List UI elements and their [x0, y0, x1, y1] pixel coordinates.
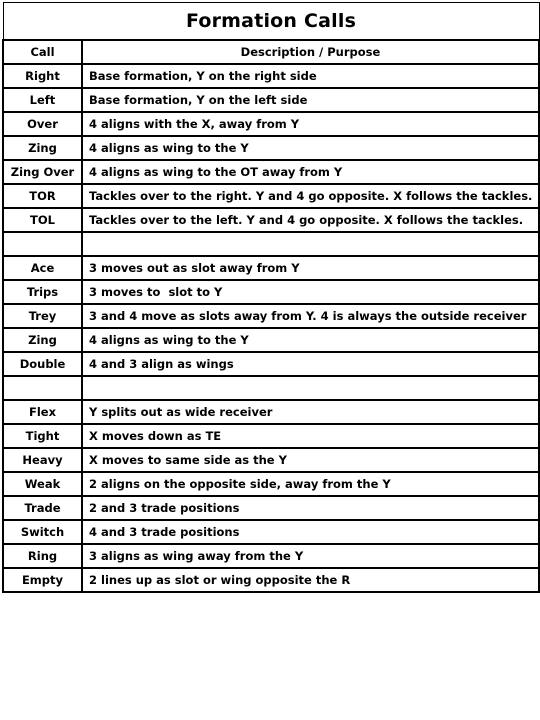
cell-call: Weak	[2, 471, 83, 497]
cell-description: 3 aligns as wing away from the Y	[80, 543, 540, 569]
table-row: TOR Tackles over to the right. Y and 4 go…	[2, 183, 540, 209]
table-row: Over 4 aligns with the X, away from Y	[2, 111, 540, 137]
cell-description: Tackles over to the right. Y and 4 go op…	[80, 183, 540, 209]
table-row: Zing Over 4 aligns as wing to the OT away…	[2, 159, 540, 185]
title-row: Formation Calls	[2, 2, 540, 41]
table-row: Tight X moves down as TE	[2, 423, 540, 449]
cell-description: 4 aligns with the X, away from Y	[80, 111, 540, 137]
cell-description: 3 moves to slot to Y	[80, 279, 540, 305]
cell-call: TOL	[2, 207, 83, 233]
table-row: Double 4 and 3 align as wings	[2, 351, 540, 377]
spacer-call-cell	[2, 375, 83, 401]
cell-call: Trips	[2, 279, 83, 305]
table-row: Ring 3 aligns as wing away from the Y	[2, 543, 540, 569]
cell-call: Zing	[2, 327, 83, 353]
cell-call: Flex	[2, 399, 83, 425]
table-row: Left Base formation, Y on the left side	[2, 87, 540, 113]
cell-call: Double	[2, 351, 83, 377]
table-spacer-row	[2, 231, 540, 257]
table-row: Trade 2 and 3 trade positions	[2, 495, 540, 521]
table-body: Formation Calls Call Description / Purpo…	[2, 2, 540, 593]
column-header-call: Call	[2, 39, 83, 65]
table-spacer-row	[2, 375, 540, 401]
cell-call: TOR	[2, 183, 83, 209]
table-row: Zing 4 aligns as wing to the Y	[2, 327, 540, 353]
cell-call: Ace	[2, 255, 83, 281]
cell-call: Trade	[2, 495, 83, 521]
formation-calls-sheet: Formation Calls Call Description / Purpo…	[2, 2, 540, 593]
cell-call: Heavy	[2, 447, 83, 473]
table-row: Zing 4 aligns as wing to the Y	[2, 135, 540, 161]
cell-call: Tight	[2, 423, 83, 449]
cell-call: Right	[2, 63, 83, 89]
spacer-description-cell	[80, 231, 540, 257]
page-title: Formation Calls	[2, 2, 540, 41]
header-row: Call Description / Purpose	[2, 39, 540, 65]
cell-description: X moves down as TE	[80, 423, 540, 449]
cell-description: 2 and 3 trade positions	[80, 495, 540, 521]
cell-description: 2 aligns on the opposite side, away from…	[80, 471, 540, 497]
cell-description: 3 and 4 move as slots away from Y. 4 is …	[80, 303, 540, 329]
cell-description: 4 aligns as wing to the OT away from Y	[80, 159, 540, 185]
cell-description: X moves to same side as the Y	[80, 447, 540, 473]
cell-call: Zing	[2, 135, 83, 161]
cell-description: 4 and 3 align as wings	[80, 351, 540, 377]
table-row: Heavy X moves to same side as the Y	[2, 447, 540, 473]
cell-description: Base formation, Y on the left side	[80, 87, 540, 113]
table-row: Ace 3 moves out as slot away from Y	[2, 255, 540, 281]
cell-call: Left	[2, 87, 83, 113]
cell-description: 2 lines up as slot or wing opposite the …	[80, 567, 540, 593]
cell-description: 3 moves out as slot away from Y	[80, 255, 540, 281]
cell-description: Y splits out as wide receiver	[80, 399, 540, 425]
page-root: Formation Calls Call Description / Purpo…	[0, 0, 540, 720]
cell-call: Trey	[2, 303, 83, 329]
table-row: Empty 2 lines up as slot or wing opposite…	[2, 567, 540, 593]
table-row: TOL Tackles over to the left. Y and 4 go …	[2, 207, 540, 233]
table-row: Weak 2 aligns on the opposite side, away …	[2, 471, 540, 497]
spacer-call-cell	[2, 231, 83, 257]
cell-call: Ring	[2, 543, 83, 569]
cell-description: 4 and 3 trade positions	[80, 519, 540, 545]
table-row: Right Base formation, Y on the right side	[2, 63, 540, 89]
cell-call: Over	[2, 111, 83, 137]
cell-description: 4 aligns as wing to the Y	[80, 327, 540, 353]
table-row: Trips 3 moves to slot to Y	[2, 279, 540, 305]
formation-calls-table: Formation Calls Call Description / Purpo…	[2, 2, 540, 593]
cell-description: 4 aligns as wing to the Y	[80, 135, 540, 161]
cell-call: Zing Over	[2, 159, 83, 185]
cell-description: Base formation, Y on the right side	[80, 63, 540, 89]
spacer-description-cell	[80, 375, 540, 401]
table-row: Switch 4 and 3 trade positions	[2, 519, 540, 545]
column-header-description: Description / Purpose	[80, 39, 540, 65]
table-row: Flex Y splits out as wide receiver	[2, 399, 540, 425]
cell-call: Switch	[2, 519, 83, 545]
cell-call: Empty	[2, 567, 83, 593]
cell-description: Tackles over to the left. Y and 4 go opp…	[80, 207, 540, 233]
table-row: Trey 3 and 4 move as slots away from Y. 4…	[2, 303, 540, 329]
